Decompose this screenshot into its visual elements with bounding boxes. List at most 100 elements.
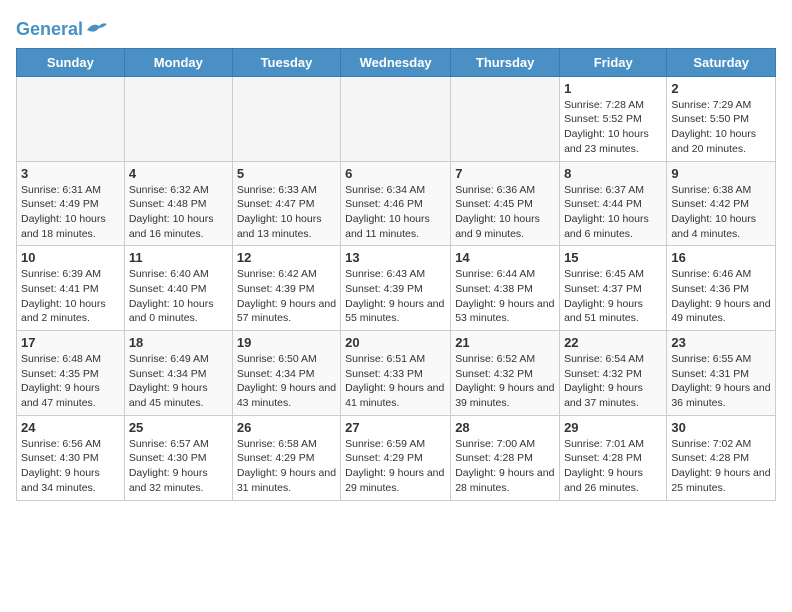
day-number: 29 [564, 420, 662, 435]
day-number: 18 [129, 335, 228, 350]
day-info: Sunrise: 7:00 AMSunset: 4:28 PMDaylight:… [455, 437, 555, 496]
calendar-day: 4 Sunrise: 6:32 AMSunset: 4:48 PMDaylight… [124, 161, 232, 246]
calendar-day: 12 Sunrise: 6:42 AMSunset: 4:39 PMDayligh… [232, 246, 340, 331]
calendar-day: 11Sunrise: 6:40 AMSunset: 4:40 PMDayligh… [124, 246, 232, 331]
day-info: Sunrise: 6:48 AMSunset: 4:35 PMDaylight:… [21, 352, 120, 411]
day-info: Sunrise: 6:33 AMSunset: 4:47 PMDaylight:… [237, 183, 336, 242]
day-info: Sunrise: 6:54 AMSunset: 4:32 PMDaylight:… [564, 352, 662, 411]
day-info: Sunrise: 6:43 AMSunset: 4:39 PMDaylight:… [345, 267, 446, 326]
calendar-day: 9Sunrise: 6:38 AMSunset: 4:42 PMDaylight… [667, 161, 776, 246]
calendar-day: 16 Sunrise: 6:46 AMSunset: 4:36 PMDayligh… [667, 246, 776, 331]
day-number: 16 [671, 250, 771, 265]
day-info: Sunrise: 6:32 AMSunset: 4:48 PMDaylight:… [129, 183, 228, 242]
day-header-monday: Monday [124, 48, 232, 76]
calendar-table: SundayMondayTuesdayWednesdayThursdayFrid… [16, 48, 776, 501]
calendar-week-4: 17 Sunrise: 6:48 AMSunset: 4:35 PMDayligh… [17, 331, 776, 416]
calendar-day: 1 Sunrise: 7:28 AMSunset: 5:52 PMDaylight… [560, 76, 667, 161]
day-number: 28 [455, 420, 555, 435]
day-number: 11 [129, 250, 228, 265]
day-info: Sunrise: 6:46 AMSunset: 4:36 PMDaylight:… [671, 267, 771, 326]
calendar-week-3: 10Sunrise: 6:39 AMSunset: 4:41 PMDayligh… [17, 246, 776, 331]
calendar-day: 6 Sunrise: 6:34 AMSunset: 4:46 PMDaylight… [341, 161, 451, 246]
calendar-day: 28 Sunrise: 7:00 AMSunset: 4:28 PMDayligh… [451, 415, 560, 500]
day-info: Sunrise: 6:56 AMSunset: 4:30 PMDaylight:… [21, 437, 120, 496]
calendar-day: 15 Sunrise: 6:45 AMSunset: 4:37 PMDayligh… [560, 246, 667, 331]
calendar-week-2: 3 Sunrise: 6:31 AMSunset: 4:49 PMDaylight… [17, 161, 776, 246]
calendar-day: 18 Sunrise: 6:49 AMSunset: 4:34 PMDayligh… [124, 331, 232, 416]
calendar-week-5: 24Sunrise: 6:56 AMSunset: 4:30 PMDayligh… [17, 415, 776, 500]
day-info: Sunrise: 6:51 AMSunset: 4:33 PMDaylight:… [345, 352, 446, 411]
calendar-day: 24Sunrise: 6:56 AMSunset: 4:30 PMDayligh… [17, 415, 125, 500]
day-number: 27 [345, 420, 446, 435]
day-number: 19 [237, 335, 336, 350]
day-number: 15 [564, 250, 662, 265]
calendar-day: 3 Sunrise: 6:31 AMSunset: 4:49 PMDaylight… [17, 161, 125, 246]
calendar-day: 26 Sunrise: 6:58 AMSunset: 4:29 PMDayligh… [232, 415, 340, 500]
day-info: Sunrise: 6:42 AMSunset: 4:39 PMDaylight:… [237, 267, 336, 326]
calendar-day: 17 Sunrise: 6:48 AMSunset: 4:35 PMDayligh… [17, 331, 125, 416]
calendar-day [232, 76, 340, 161]
day-header-friday: Friday [560, 48, 667, 76]
calendar-day: 13 Sunrise: 6:43 AMSunset: 4:39 PMDayligh… [341, 246, 451, 331]
day-header-thursday: Thursday [451, 48, 560, 76]
day-number: 14 [455, 250, 555, 265]
calendar-day: 25 Sunrise: 6:57 AMSunset: 4:30 PMDayligh… [124, 415, 232, 500]
calendar-day: 30 Sunrise: 7:02 AMSunset: 4:28 PMDayligh… [667, 415, 776, 500]
day-number: 6 [345, 166, 446, 181]
calendar-day: 27 Sunrise: 6:59 AMSunset: 4:29 PMDayligh… [341, 415, 451, 500]
day-info: Sunrise: 6:58 AMSunset: 4:29 PMDaylight:… [237, 437, 336, 496]
calendar-day [124, 76, 232, 161]
calendar-day: 20 Sunrise: 6:51 AMSunset: 4:33 PMDayligh… [341, 331, 451, 416]
day-info: Sunrise: 6:55 AMSunset: 4:31 PMDaylight:… [671, 352, 771, 411]
logo-bird-icon [85, 20, 107, 36]
day-number: 30 [671, 420, 771, 435]
calendar-day: 2 Sunrise: 7:29 AMSunset: 5:50 PMDaylight… [667, 76, 776, 161]
day-number: 17 [21, 335, 120, 350]
calendar-day: 10Sunrise: 6:39 AMSunset: 4:41 PMDayligh… [17, 246, 125, 331]
calendar-day: 29 Sunrise: 7:01 AMSunset: 4:28 PMDayligh… [560, 415, 667, 500]
day-info: Sunrise: 6:31 AMSunset: 4:49 PMDaylight:… [21, 183, 120, 242]
day-info: Sunrise: 6:49 AMSunset: 4:34 PMDaylight:… [129, 352, 228, 411]
day-number: 10 [21, 250, 120, 265]
day-info: Sunrise: 6:34 AMSunset: 4:46 PMDaylight:… [345, 183, 446, 242]
day-info: Sunrise: 7:02 AMSunset: 4:28 PMDaylight:… [671, 437, 771, 496]
day-number: 26 [237, 420, 336, 435]
day-info: Sunrise: 6:57 AMSunset: 4:30 PMDaylight:… [129, 437, 228, 496]
day-number: 8 [564, 166, 662, 181]
day-number: 3 [21, 166, 120, 181]
day-number: 25 [129, 420, 228, 435]
day-number: 2 [671, 81, 771, 96]
day-header-tuesday: Tuesday [232, 48, 340, 76]
day-info: Sunrise: 6:37 AMSunset: 4:44 PMDaylight:… [564, 183, 662, 242]
day-info: Sunrise: 6:44 AMSunset: 4:38 PMDaylight:… [455, 267, 555, 326]
day-info: Sunrise: 6:45 AMSunset: 4:37 PMDaylight:… [564, 267, 662, 326]
calendar-day: 14 Sunrise: 6:44 AMSunset: 4:38 PMDayligh… [451, 246, 560, 331]
day-number: 13 [345, 250, 446, 265]
day-header-saturday: Saturday [667, 48, 776, 76]
calendar-day: 7Sunrise: 6:36 AMSunset: 4:45 PMDaylight… [451, 161, 560, 246]
day-number: 5 [237, 166, 336, 181]
day-info: Sunrise: 7:29 AMSunset: 5:50 PMDaylight:… [671, 98, 771, 157]
day-number: 1 [564, 81, 662, 96]
day-info: Sunrise: 6:36 AMSunset: 4:45 PMDaylight:… [455, 183, 555, 242]
day-info: Sunrise: 7:28 AMSunset: 5:52 PMDaylight:… [564, 98, 662, 157]
calendar-week-1: 1 Sunrise: 7:28 AMSunset: 5:52 PMDaylight… [17, 76, 776, 161]
day-info: Sunrise: 6:50 AMSunset: 4:34 PMDaylight:… [237, 352, 336, 411]
day-info: Sunrise: 6:59 AMSunset: 4:29 PMDaylight:… [345, 437, 446, 496]
day-header-wednesday: Wednesday [341, 48, 451, 76]
day-info: Sunrise: 7:01 AMSunset: 4:28 PMDaylight:… [564, 437, 662, 496]
day-number: 4 [129, 166, 228, 181]
calendar-day: 19 Sunrise: 6:50 AMSunset: 4:34 PMDayligh… [232, 331, 340, 416]
day-info: Sunrise: 6:38 AMSunset: 4:42 PMDaylight:… [671, 183, 771, 242]
day-header-sunday: Sunday [17, 48, 125, 76]
logo: General [16, 20, 107, 40]
day-number: 12 [237, 250, 336, 265]
calendar-day: 23 Sunrise: 6:55 AMSunset: 4:31 PMDayligh… [667, 331, 776, 416]
header: General [16, 16, 776, 40]
calendar-day: 8 Sunrise: 6:37 AMSunset: 4:44 PMDaylight… [560, 161, 667, 246]
day-number: 23 [671, 335, 771, 350]
day-info: Sunrise: 6:52 AMSunset: 4:32 PMDaylight:… [455, 352, 555, 411]
calendar-day [341, 76, 451, 161]
calendar-day: 21Sunrise: 6:52 AMSunset: 4:32 PMDayligh… [451, 331, 560, 416]
day-number: 20 [345, 335, 446, 350]
